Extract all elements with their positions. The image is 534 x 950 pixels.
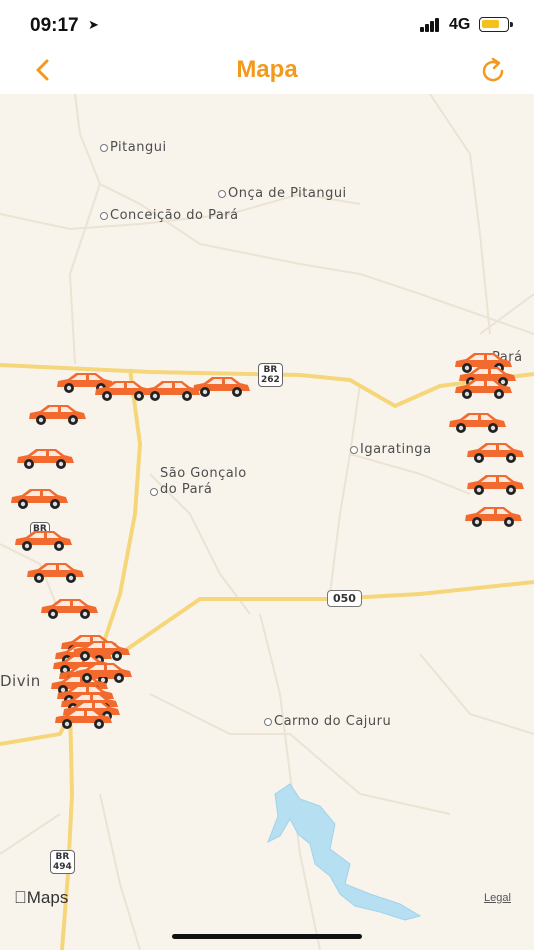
- place-label: Igaratinga: [360, 442, 432, 457]
- car-marker-icon[interactable]: [52, 706, 114, 730]
- place-carmo-do-cajuru: Carmo do Cajuru: [264, 714, 391, 729]
- place-onca-de-pitangui: Onça de Pitangui: [218, 186, 347, 201]
- map-base: [0, 94, 534, 950]
- maps-attribution: Maps: [14, 888, 69, 907]
- shield-line: 262: [261, 375, 280, 385]
- place-igaratinga: Igaratinga: [350, 442, 432, 457]
- car-marker-icon[interactable]: [452, 376, 514, 400]
- car-marker-icon[interactable]: [462, 504, 524, 528]
- car-marker-icon[interactable]: [26, 402, 88, 426]
- nav-bar: Mapa: [0, 48, 534, 94]
- car-marker-icon[interactable]: [72, 660, 134, 684]
- place-sao-goncalo-do-para: São Gonçalo do Pará: [150, 466, 247, 498]
- location-arrow-icon: ➤: [88, 17, 99, 32]
- car-marker-icon[interactable]: [8, 486, 70, 510]
- route-050: 050: [327, 590, 362, 607]
- place-label: São Gonçalo do Pará: [160, 466, 247, 497]
- place-divinopolis: Divin: [0, 672, 41, 690]
- car-marker-icon[interactable]: [464, 440, 526, 464]
- signal-icon: [420, 18, 444, 32]
- status-bar: 09:17 ➤ 4G: [0, 0, 534, 48]
- car-marker-icon[interactable]: [24, 560, 86, 584]
- place-label: Divin: [0, 672, 41, 690]
- shield-br-262: BR 262: [258, 363, 283, 387]
- shield-line: 494: [53, 862, 72, 872]
- legal-link[interactable]: Legal: [484, 892, 511, 904]
- place-label: Conceição do Pará: [110, 208, 239, 223]
- page-title: Mapa: [236, 56, 298, 83]
- car-marker-icon[interactable]: [14, 446, 76, 470]
- status-time: 09:17: [30, 15, 79, 36]
- apple-maps-logo: Maps: [14, 888, 68, 908]
- map-view[interactable]: Pitangui Onça de Pitangui Conceição do P…: [0, 94, 534, 950]
- car-marker-icon[interactable]: [190, 374, 252, 398]
- place-label: Onça de Pitangui: [228, 186, 347, 201]
- shield-line: BR: [55, 852, 70, 862]
- car-marker-icon[interactable]: [38, 596, 100, 620]
- refresh-button[interactable]: [478, 56, 508, 86]
- battery-icon: [479, 17, 513, 32]
- car-marker-icon[interactable]: [70, 638, 132, 662]
- place-conceicao-do-para: Conceição do Pará: [100, 208, 239, 223]
- car-marker-icon[interactable]: [446, 410, 508, 434]
- place-pitangui: Pitangui: [100, 140, 167, 155]
- place-label: Pitangui: [110, 140, 167, 155]
- place-label: Carmo do Cajuru: [274, 714, 392, 729]
- network-type: 4G: [449, 16, 471, 33]
- home-indicator: [172, 934, 362, 939]
- shield-line: BR: [263, 365, 278, 375]
- car-marker-icon[interactable]: [464, 472, 526, 496]
- car-marker-icon[interactable]: [12, 528, 74, 552]
- apple-logo-icon: : [14, 888, 27, 907]
- shield-br-494: BR 494: [50, 850, 75, 874]
